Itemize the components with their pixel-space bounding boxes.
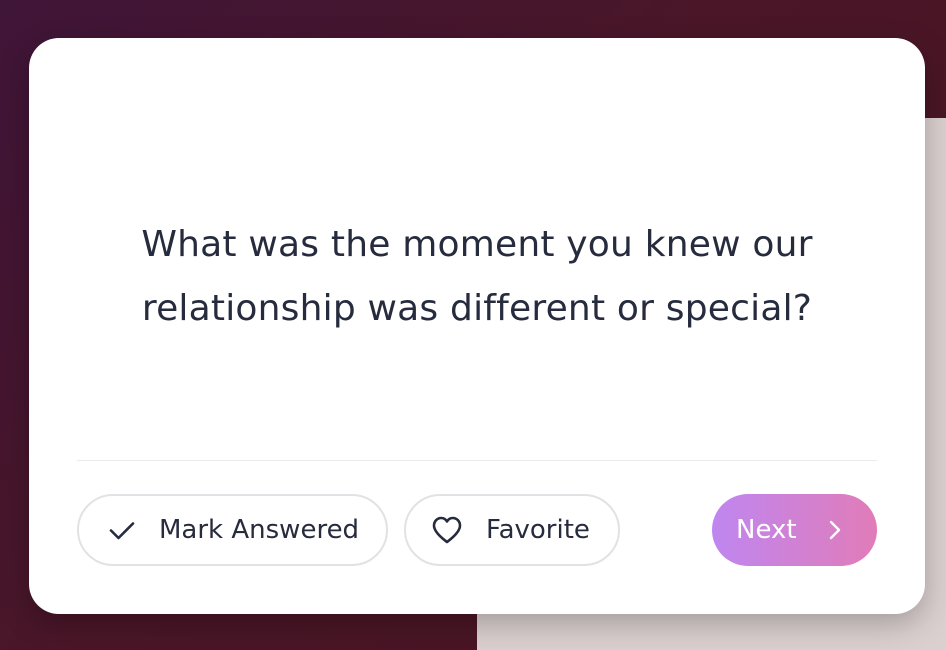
chevron-right-icon [823, 513, 847, 547]
divider [77, 460, 877, 461]
mark-answered-button[interactable]: Mark Answered [77, 494, 388, 566]
favorite-label: Favorite [486, 515, 590, 545]
favorite-button[interactable]: Favorite [404, 494, 620, 566]
question-card: What was the moment you knew our relatio… [29, 38, 925, 614]
question-text: What was the moment you knew our relatio… [141, 224, 813, 329]
mark-answered-label: Mark Answered [159, 515, 360, 545]
heart-icon [430, 513, 464, 547]
check-icon [105, 513, 139, 547]
next-label: Next [736, 515, 797, 545]
next-button[interactable]: Next [712, 494, 877, 566]
